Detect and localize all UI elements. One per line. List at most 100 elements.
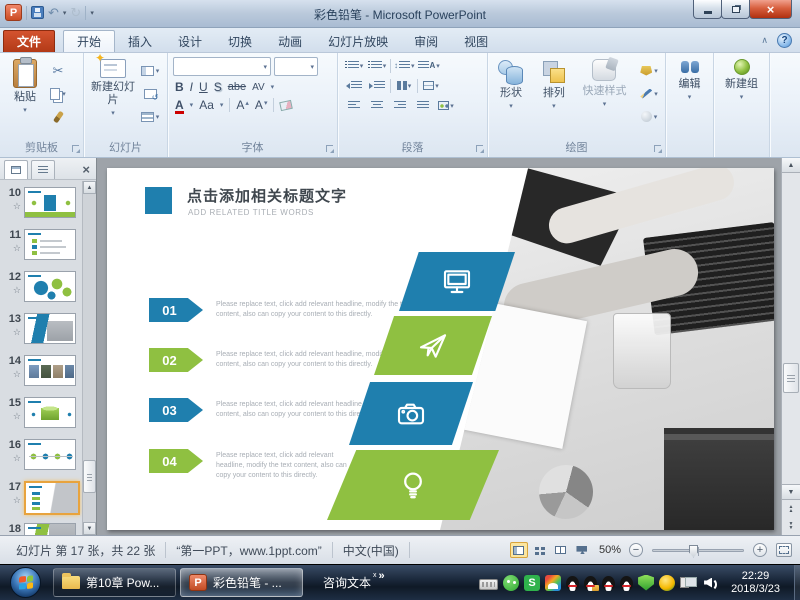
slide-list-item[interactable]: 04 Please replace text, click add releva… [149,449,348,481]
show-desktop-button[interactable] [794,565,800,600]
clipboard-dialog-launcher-icon[interactable] [72,145,79,152]
slideshow-view-button[interactable] [573,542,591,558]
undo-icon[interactable]: ↶ [48,6,59,19]
shape-fill-button[interactable]: ▾ [637,61,661,80]
format-painter-button[interactable] [46,107,70,126]
keyboard-icon[interactable] [479,579,498,590]
copy-button[interactable]: ▾ [46,84,70,103]
desktop-toolbar[interactable]: 咨询文本 x » [323,574,385,591]
paste-button[interactable]: 粘贴▾ [4,56,46,141]
zoom-out-icon[interactable]: − [629,543,643,557]
section-button[interactable]: ▾ [138,107,162,126]
paper-plane-icon[interactable] [374,316,492,375]
text-direction-button[interactable]: A▾ [418,57,440,74]
italic-button[interactable]: I [190,80,193,94]
paragraph-dialog-launcher-icon[interactable] [476,145,483,152]
close-button[interactable]: × [749,0,792,19]
tab-设计[interactable]: 设计 [165,30,215,52]
font-name-select[interactable]: ▾ [173,57,271,76]
zoom-slider-thumb[interactable] [689,545,698,558]
customize-quick-access-icon[interactable]: ▾ [90,9,94,17]
bold-button[interactable]: B [175,80,184,94]
convert-smartart-button[interactable]: ▾ [436,97,456,114]
previous-slide-button[interactable]: ▲▲ [782,500,800,518]
restore-button[interactable] [721,0,750,19]
panel-scroll-thumb[interactable] [83,460,96,493]
taskbar-task-button[interactable]: 第10章 Pow... [53,568,176,597]
monitor-icon[interactable] [399,252,515,311]
shapes-button[interactable]: 形状▾ [492,56,530,141]
font-size-select[interactable]: ▾ [274,57,318,76]
light-bulb-icon[interactable] [327,450,499,520]
redo-icon[interactable]: ↻ [70,6,81,19]
bullets-button[interactable]: ▾ [344,57,364,74]
quick-styles-button[interactable]: 快速样式▾ [578,56,631,141]
slide-title[interactable]: 点击添加相关标题文字 [187,185,347,206]
qq-icon[interactable] [566,576,579,591]
shape-effects-button[interactable]: ▾ [637,107,661,126]
underline-button[interactable]: U [199,80,208,94]
close-panel-icon[interactable]: × [82,162,92,179]
slide-list-item[interactable]: 02 Please replace text, click add releva… [149,348,416,372]
zoom-slider[interactable] [652,549,744,552]
qq-folder-icon[interactable] [584,576,597,591]
scroll-track[interactable] [782,173,800,484]
text-shadow-button[interactable]: S [214,80,222,94]
slide-list-item[interactable]: 01 Please replace text, click add releva… [149,298,416,322]
slide-subtitle[interactable]: ADD RELATED TITLE WORDS [188,208,314,217]
character-spacing-button[interactable]: AV [252,82,265,93]
slide-sorter-view-button[interactable] [531,542,549,558]
collapse-ribbon-icon[interactable]: ∧ [761,35,768,46]
shape-outline-button[interactable]: ▾ [637,84,661,103]
scroll-up-icon[interactable]: ▲ [83,181,96,194]
numbering-button[interactable]: ▾ [367,57,387,74]
scroll-up-icon[interactable]: ▲ [782,158,800,173]
reading-view-button[interactable] [552,542,570,558]
font-dialog-launcher-icon[interactable] [326,145,333,152]
line-spacing-button[interactable]: ↕▾ [394,57,415,74]
slide-editor[interactable]: 点击添加相关标题文字 ADD RELATED TITLE WORDS 01 Pl… [107,168,774,530]
taskbar-clock[interactable]: 22:29 2018/3/23 [723,570,790,596]
language-status[interactable]: 中文(中国) [333,542,410,558]
tab-幻灯片放映[interactable]: 幻灯片放映 [315,30,401,52]
toolbar-overflow-icon[interactable]: » [379,570,385,582]
scroll-down-icon[interactable]: ▼ [782,484,800,499]
save-icon[interactable] [31,6,44,19]
align-right-button[interactable] [390,97,410,114]
align-left-button[interactable] [344,97,364,114]
security-shield-icon[interactable] [638,575,654,591]
item-number-badge[interactable]: 03 [149,398,203,422]
minimize-button[interactable] [693,0,722,19]
qq-3-icon[interactable] [620,576,633,591]
zoom-in-icon[interactable]: + [753,543,767,557]
file-tab[interactable]: 文件 [3,30,55,52]
text-box-button[interactable]: ▾ [421,77,441,94]
help-icon[interactable]: ? [777,33,792,48]
normal-view-button[interactable] [510,542,528,558]
item-text[interactable]: Please replace text, click add relevant … [216,298,416,322]
strikethrough-button[interactable]: abe [228,81,246,93]
slides-tab[interactable] [4,160,28,179]
tab-审阅[interactable]: 审阅 [401,30,451,52]
cut-button[interactable]: ✂ [46,61,70,80]
coin-icon[interactable] [659,575,675,591]
start-button[interactable] [10,567,41,598]
qq-2-icon[interactable] [602,576,615,591]
taskbar-task-button[interactable]: P彩色铅笔 - ... [180,568,303,597]
editing-button[interactable]: 编辑▾ [670,56,709,141]
tab-插入[interactable]: 插入 [115,30,165,52]
item-text[interactable]: Please replace text, click add relevant … [216,449,348,481]
tab-开始[interactable]: 开始 [63,30,115,52]
clear-formatting-icon[interactable] [280,99,294,110]
outline-tab[interactable] [31,160,55,179]
change-case-button[interactable]: Aa [199,98,214,112]
font-color-button[interactable]: A [175,98,184,112]
grow-font-button[interactable]: A▴ [236,98,249,112]
item-number-badge[interactable]: 04 [149,449,203,473]
toolbar-label[interactable]: 咨询文本 [323,574,371,591]
new-group-button[interactable]: 新建组▾ [718,56,765,141]
scroll-down-icon[interactable]: ▼ [83,522,96,535]
fit-to-window-icon[interactable] [776,543,792,557]
item-number-badge[interactable]: 01 [149,298,203,322]
undo-dropdown-icon[interactable]: ▾ [63,9,67,17]
